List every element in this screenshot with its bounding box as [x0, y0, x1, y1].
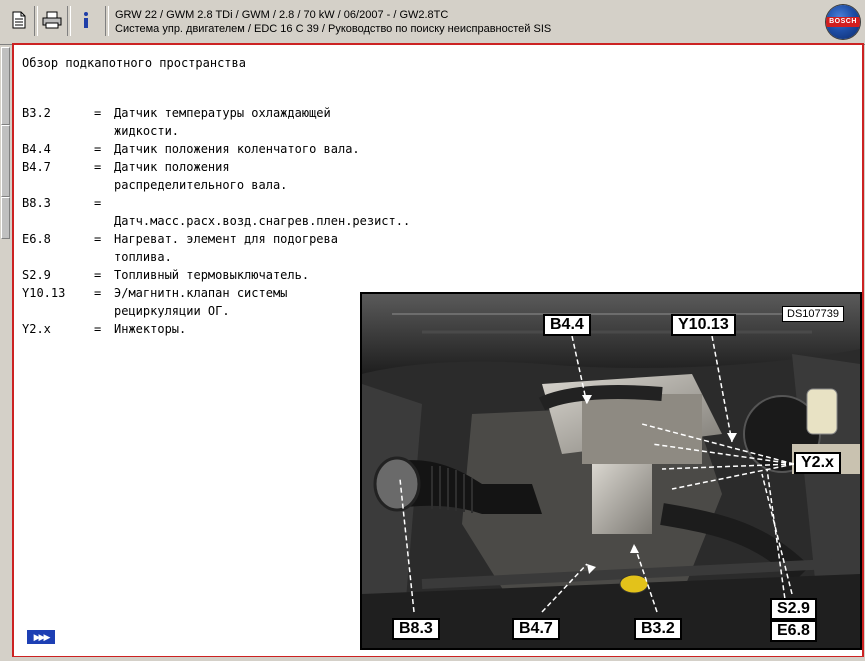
- label-s2-9: S2.9: [770, 598, 817, 620]
- list-item: Y2.x = Инжекторы.: [22, 322, 187, 336]
- label-b8-3: B8.3: [392, 618, 440, 640]
- image-id-label: DS107739: [782, 306, 844, 322]
- left-panel-strip: [0, 45, 10, 661]
- toolbar-separator: [34, 6, 38, 36]
- bosch-logo: BOSCH: [826, 5, 860, 39]
- next-page-icon[interactable]: ▶▶▶: [27, 630, 55, 644]
- toolbar-separator: [67, 6, 71, 36]
- printer-icon[interactable]: [39, 7, 65, 33]
- label-y10-13: Y10.13: [671, 314, 736, 336]
- label-b4-7: B4.7: [512, 618, 560, 640]
- toolbar-separator: [105, 6, 109, 36]
- engine-bay-image: DS107739 B4.4 Y10.13 Y2.x B8.3 B4.7 B3.2…: [360, 292, 862, 650]
- system-header: Система упр. двигателем / EDC 16 C 39 / …: [115, 23, 552, 35]
- info-icon[interactable]: [73, 7, 99, 33]
- label-b4-4: B4.4: [543, 314, 591, 336]
- document-icon[interactable]: [6, 7, 32, 33]
- status-strip: [12, 657, 864, 661]
- label-e6-8: E6.8: [770, 620, 817, 642]
- page-title: Обзор подкапотного пространства: [22, 56, 246, 70]
- toolbar: GRW 22 / GWM 2.8 TDi / GWM / 2.8 / 70 kW…: [0, 0, 865, 45]
- label-b3-2: B3.2: [634, 618, 682, 640]
- vehicle-header: GRW 22 / GWM 2.8 TDi / GWM / 2.8 / 70 kW…: [115, 9, 449, 21]
- label-y2-x: Y2.x: [794, 452, 841, 474]
